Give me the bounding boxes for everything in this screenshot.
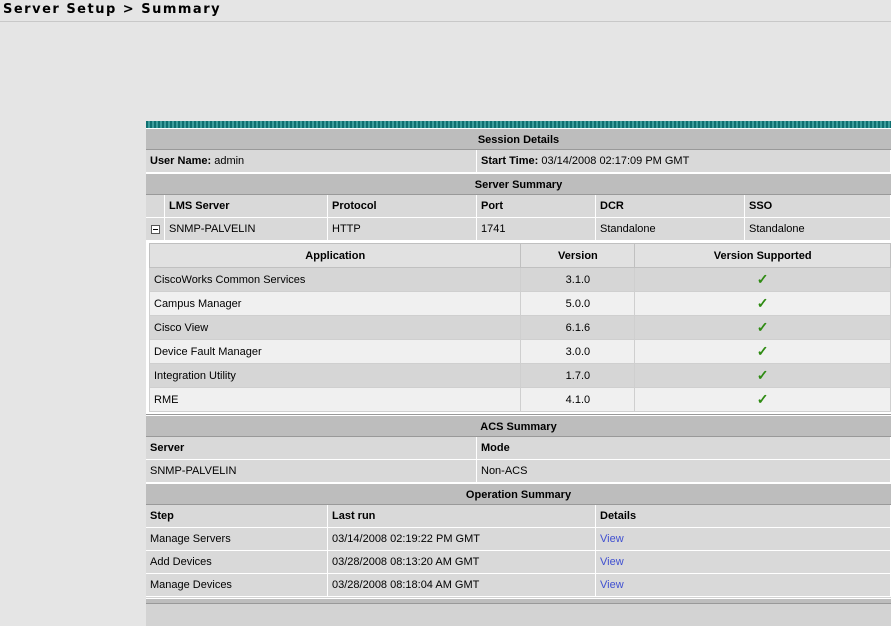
version-supported-cell: ✓ [634,339,891,364]
column-header-protocol: Protocol [328,195,477,218]
operation-summary-header: Operation Summary [146,483,891,505]
operation-column-headers: Step Last run Details [146,505,891,528]
application-name: CiscoWorks Common Services [148,267,522,292]
table-row: Manage Servers 03/14/2008 02:19:22 PM GM… [146,528,891,551]
collapse-icon[interactable] [151,224,160,234]
application-name: Campus Manager [148,291,522,316]
column-header-mode: Mode [477,437,891,460]
view-link[interactable]: View [600,533,624,545]
application-version: 3.1.0 [520,267,636,292]
acs-summary-header: ACS Summary [146,415,891,437]
checkmark-icon: ✓ [756,295,769,311]
operation-step: Manage Devices [146,574,328,597]
table-row: Add Devices 03/28/2008 08:13:20 AM GMT V… [146,551,891,574]
server-summary-row: SNMP-PALVELIN HTTP 1741 Standalone Stand… [146,218,891,241]
application-name: Integration Utility [148,363,522,388]
operation-step: Add Devices [146,551,328,574]
application-version: 6.1.6 [520,315,636,340]
summary-panel: Session Details User Name: admin Start T… [146,121,891,626]
version-supported-cell: ✓ [634,267,891,292]
dcr-cell: Standalone [596,218,745,241]
column-header-version-supported: Version Supported [634,243,891,268]
details-cell: View [596,528,891,551]
view-link[interactable]: View [600,579,624,591]
applications-table: Application Version Version Supported Ci… [148,243,891,412]
details-cell: View [596,574,891,597]
panel-top-strip [146,121,891,128]
column-header-version: Version [520,243,636,268]
server-summary-column-headers: LMS Server Protocol Port DCR SSO [146,195,891,218]
applications-header-row: Application Version Version Supported [148,243,891,268]
column-header-last-run: Last run [328,505,596,528]
acs-row: SNMP-PALVELIN Non-ACS [146,460,891,483]
application-name: Cisco View [148,315,522,340]
application-version: 4.1.0 [520,387,636,412]
table-row: CiscoWorks Common Services 3.1.0 ✓ [148,267,891,292]
view-link[interactable]: View [600,556,624,568]
checkmark-icon: ✓ [756,367,769,383]
acs-mode-cell: Non-ACS [477,460,891,483]
table-row: Campus Manager 5.0.0 ✓ [148,291,891,316]
operation-step: Manage Servers [146,528,328,551]
protocol-cell: HTTP [328,218,477,241]
column-header-dcr: DCR [596,195,745,218]
table-row: RME 4.1.0 ✓ [148,387,891,412]
expander-cell[interactable] [146,218,165,241]
version-supported-cell: ✓ [634,363,891,388]
checkmark-icon: ✓ [756,343,769,359]
expander-column-header [146,195,165,218]
version-supported-cell: ✓ [634,387,891,412]
server-summary-header: Server Summary [146,173,891,195]
application-version: 5.0.0 [520,291,636,316]
applications-wrapper: Application Version Version Supported Ci… [146,241,891,415]
version-supported-cell: ✓ [634,291,891,316]
user-name-cell: User Name: admin [146,150,477,173]
application-version: 1.7.0 [520,363,636,388]
column-header-server: Server [146,437,477,460]
table-row: Integration Utility 1.7.0 ✓ [148,363,891,388]
operation-last-run: 03/28/2008 08:13:20 AM GMT [328,551,596,574]
checkmark-icon: ✓ [756,391,769,407]
table-row: Manage Devices 03/28/2008 08:18:04 AM GM… [146,574,891,597]
user-name-label: User Name: [150,155,212,167]
port-cell: 1741 [477,218,596,241]
checkmark-icon: ✓ [756,319,769,335]
operation-last-run: 03/28/2008 08:18:04 AM GMT [328,574,596,597]
column-header-application: Application [148,243,522,268]
breadcrumb: Server Setup > Summary [3,2,222,17]
column-header-step: Step [146,505,328,528]
session-details-header: Session Details [146,128,891,150]
table-row: Device Fault Manager 3.0.0 ✓ [148,339,891,364]
table-row: Cisco View 6.1.6 ✓ [148,315,891,340]
operation-last-run: 03/14/2008 02:19:22 PM GMT [328,528,596,551]
version-supported-cell: ✓ [634,315,891,340]
column-header-lms-server: LMS Server [165,195,328,218]
details-cell: View [596,551,891,574]
lms-server-cell: SNMP-PALVELIN [165,218,328,241]
session-details-row: User Name: admin Start Time: 03/14/2008 … [146,150,891,173]
start-time-value: 03/14/2008 02:17:09 PM GMT [541,155,690,167]
start-time-label: Start Time: [481,155,539,167]
column-header-details: Details [596,505,891,528]
title-bar: Server Setup > Summary [0,0,891,22]
acs-column-headers: Server Mode [146,437,891,460]
application-name: RME [148,387,522,412]
acs-server-cell: SNMP-PALVELIN [146,460,477,483]
sso-cell: Standalone [745,218,891,241]
application-name: Device Fault Manager [148,339,522,364]
column-header-port: Port [477,195,596,218]
footer-divider [146,598,891,604]
start-time-cell: Start Time: 03/14/2008 02:17:09 PM GMT [477,150,891,173]
checkmark-icon: ✓ [756,271,769,287]
column-header-sso: SSO [745,195,891,218]
user-name-value: admin [214,155,245,167]
application-version: 3.0.0 [520,339,636,364]
